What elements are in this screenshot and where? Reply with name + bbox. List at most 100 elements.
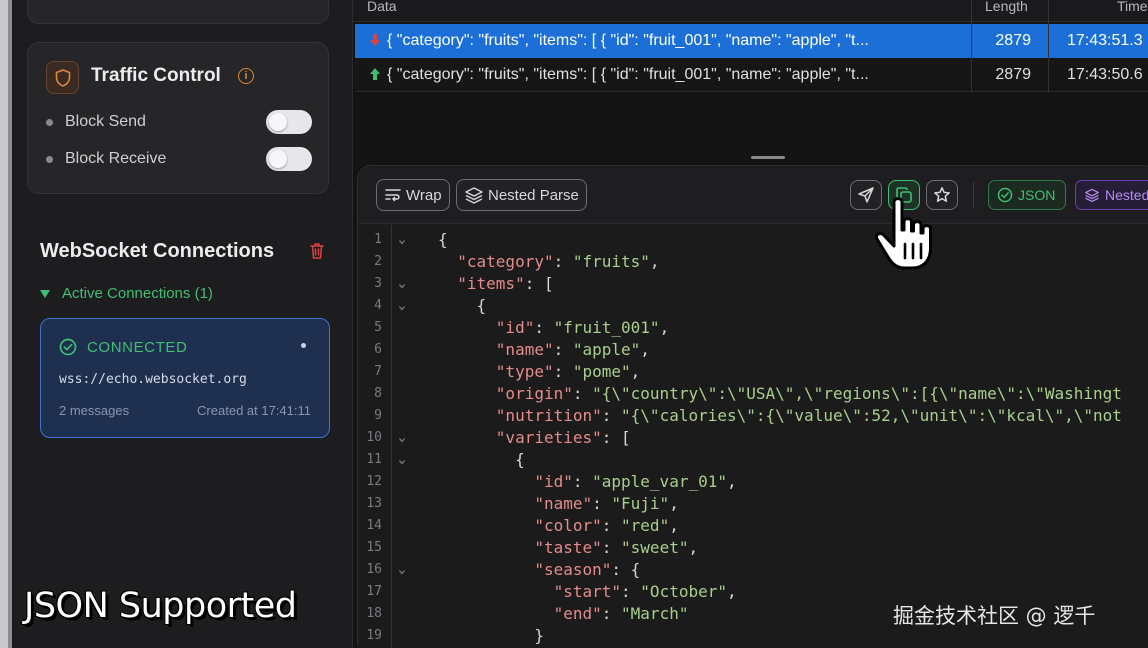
wrap-button[interactable]: Wrap	[376, 179, 450, 211]
column-divider[interactable]	[1048, 0, 1049, 92]
column-header-data[interactable]: Data	[367, 0, 397, 21]
message-row[interactable]: { "category": "fruits", "items": [ { "id…	[355, 58, 1148, 92]
line-number: 10	[366, 430, 382, 445]
json-key: "id"	[534, 472, 573, 491]
json-value: "{\"calories\":{\"value\":52,\"unit\":\"…	[621, 406, 1122, 425]
traffic-control-title: Traffic Control	[91, 65, 221, 86]
json-value: "fruits"	[572, 252, 650, 271]
line-number: 12	[366, 474, 382, 489]
json-key: "end"	[553, 604, 602, 623]
table-header: Data Length Time	[353, 0, 1148, 22]
json-key: "varieties"	[495, 428, 602, 447]
wrap-label: Wrap	[406, 186, 442, 204]
code-line: {	[438, 230, 448, 249]
line-number: 4	[374, 298, 382, 313]
line-number: 7	[374, 364, 382, 379]
message-row[interactable]: { "category": "fruits", "items": [ { "id…	[355, 24, 1148, 58]
connection-url: wss://echo.websocket.org	[59, 372, 247, 387]
block-receive-row: Block Receive	[46, 146, 312, 172]
info-icon[interactable]: i	[238, 68, 254, 84]
fold-chevron-icon[interactable]	[398, 304, 406, 312]
json-value: "apple_var_01"	[592, 472, 727, 491]
message-length: 2879	[995, 66, 1031, 83]
line-number: 8	[374, 386, 382, 401]
main-panel: Data Length Time { "category": "fruits",…	[352, 0, 1148, 648]
hand-cursor-icon	[874, 197, 932, 270]
code-line: "season": {	[438, 560, 640, 579]
code-line: "items": [	[438, 274, 553, 293]
format-json-label: JSON	[1018, 187, 1056, 203]
line-number: 6	[374, 342, 382, 357]
resize-handle[interactable]	[751, 156, 785, 159]
code-line: "id": "fruit_001",	[495, 318, 670, 337]
code-line: "varieties": [	[438, 428, 631, 447]
code-text: }	[534, 626, 544, 645]
status-dot	[301, 343, 306, 348]
code-line: "color": "red",	[534, 516, 679, 535]
traffic-control-card: Traffic Control i Block Send Block Recei…	[27, 42, 329, 194]
column-header-time[interactable]: Time	[1117, 0, 1148, 21]
code-line: {	[438, 296, 487, 315]
fold-chevron-icon[interactable]	[398, 282, 406, 290]
connection-card[interactable]: CONNECTED wss://echo.websocket.org 2 mes…	[40, 318, 330, 438]
toggle-knob	[269, 150, 287, 168]
code-line: "id": "apple_var_01",	[534, 472, 737, 491]
line-number: 1	[374, 232, 382, 247]
arrow-up-icon	[370, 68, 380, 80]
json-key: "season"	[534, 560, 612, 579]
column-header-length[interactable]: Length	[985, 0, 1028, 21]
message-time: 17:43:50.6	[1067, 66, 1143, 83]
fold-chevron-icon[interactable]	[398, 458, 406, 466]
code-text: {	[515, 450, 525, 469]
layers-icon	[1084, 188, 1100, 203]
wrap-icon	[385, 189, 401, 202]
json-value: "pome"	[572, 362, 631, 381]
toolbar-divider	[973, 182, 974, 208]
created-time: Created at 17:41:11	[197, 403, 311, 418]
format-nested-button[interactable]: Nested	[1075, 180, 1148, 210]
fold-chevron-icon[interactable]	[398, 238, 406, 246]
arrow-down-icon	[370, 34, 380, 46]
code-line: "end": "March"	[553, 604, 689, 623]
fold-chevron-icon[interactable]	[398, 568, 406, 576]
detail-toolbar: Wrap Nested Parse JSON Nested	[358, 166, 1148, 224]
line-number: 17	[366, 584, 382, 599]
line-number: 15	[366, 540, 382, 555]
nested-parse-button[interactable]: Nested Parse	[456, 179, 587, 211]
check-circle-icon	[997, 187, 1013, 203]
code-line: "taste": "sweet",	[534, 538, 699, 557]
block-send-toggle[interactable]	[266, 110, 312, 134]
json-value: "sweet"	[621, 538, 689, 557]
block-receive-toggle[interactable]	[266, 147, 312, 171]
code-line: "name": "apple",	[495, 340, 650, 359]
triangle-down-icon	[40, 289, 50, 298]
websocket-connections-title: WebSocket Connections	[40, 240, 275, 262]
format-json-button[interactable]: JSON	[988, 180, 1067, 210]
json-key: "nutrition"	[495, 406, 602, 425]
code-line: }	[438, 626, 544, 645]
line-number: 13	[366, 496, 382, 511]
json-value: "Fuji"	[611, 494, 670, 513]
toggle-knob	[269, 113, 287, 131]
block-send-row: Block Send	[46, 109, 312, 135]
json-value: "apple"	[572, 340, 641, 359]
trash-icon[interactable]	[309, 242, 325, 260]
column-divider[interactable]	[971, 0, 972, 92]
json-value: "October"	[640, 582, 727, 601]
json-code-editor[interactable]: 1 2 3 4 5 6 7 8 9 10 11 12 13 14 15 16 17 18 19 { "categor…	[358, 225, 1148, 648]
code-text: {	[438, 230, 448, 249]
message-count: 2 messages	[59, 403, 130, 418]
json-key: "taste"	[534, 538, 602, 557]
line-number: 16	[366, 562, 382, 577]
fold-chevron-icon[interactable]	[398, 436, 406, 444]
line-number: 9	[374, 408, 382, 423]
line-number: 11	[366, 452, 382, 467]
message-time: 17:43:51.3	[1067, 32, 1143, 49]
code-line: "origin": "{\"country\":\"USA\",\"region…	[495, 384, 1122, 403]
active-connections-toggle[interactable]: Active Connections (1)	[40, 285, 213, 302]
connection-status: CONNECTED	[87, 339, 188, 356]
json-value: "fruit_001"	[553, 318, 660, 337]
shield-icon	[46, 61, 79, 94]
line-number: 18	[366, 606, 382, 621]
json-key: "name"	[495, 340, 554, 359]
